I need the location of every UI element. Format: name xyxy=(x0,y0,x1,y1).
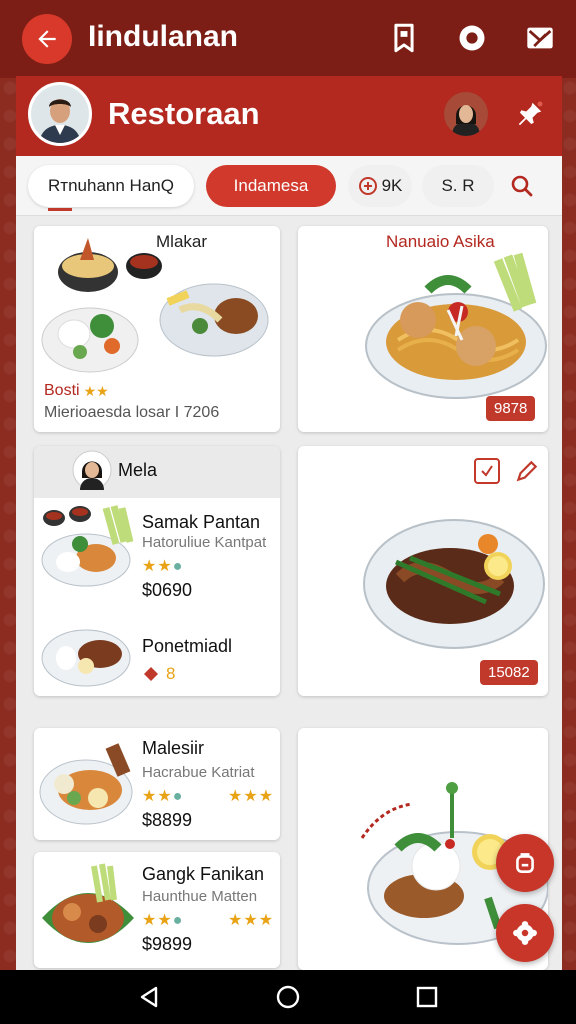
profile-avatar[interactable] xyxy=(28,82,92,146)
tab-indonesian[interactable]: Indamesa xyxy=(206,165,336,207)
triangle-back-icon xyxy=(140,986,158,1008)
menu-item-name: Malesiir xyxy=(142,738,205,758)
star-rating: ★★● xyxy=(142,558,184,575)
pin-icon xyxy=(518,101,543,126)
menu-item-price: $8899 xyxy=(142,810,193,830)
edit-button[interactable] xyxy=(512,456,542,486)
food-image xyxy=(41,238,269,373)
favorite-button[interactable] xyxy=(474,458,500,484)
price-badge: 9878 xyxy=(486,396,536,421)
basket-icon xyxy=(516,853,534,873)
food-image xyxy=(41,629,131,687)
panel-header: Restoraan xyxy=(16,76,562,156)
badge-value: 8 xyxy=(166,664,176,683)
rating-label: Bosti xyxy=(44,382,80,399)
man-avatar-icon xyxy=(31,85,89,143)
card-title: Nanuaio Asika xyxy=(386,232,495,251)
active-tab-indicator xyxy=(48,208,72,211)
restaurant-menu-card[interactable]: Mela Samak Pantan Hatoruliue Kantpat ★★●… xyxy=(34,446,280,696)
record-icon xyxy=(459,25,485,51)
search-button[interactable] xyxy=(500,165,544,207)
food-image xyxy=(365,252,547,399)
back-arrow-icon xyxy=(38,30,56,48)
food-image xyxy=(363,519,545,649)
food-image xyxy=(41,505,134,587)
restaurant-card[interactable]: Nanuaio Asika 9878 xyxy=(298,226,548,432)
restaurant-panel: Restoraan Rтnuhann HanQ Indamesa 9K S. R… xyxy=(16,76,562,970)
basket-button[interactable] xyxy=(496,834,554,892)
menu-item-name: Gangk Fanikan xyxy=(142,864,265,884)
woman-avatar-icon xyxy=(444,92,488,136)
star-rating: ★★● xyxy=(142,912,184,929)
star-rating: ★★● xyxy=(142,788,184,805)
app-title: Iindulanan xyxy=(88,20,238,53)
menu-item-price: $9899 xyxy=(142,934,193,954)
panel-title: Restoraan xyxy=(108,96,260,131)
badge-icon xyxy=(358,177,377,195)
nav-home-button[interactable] xyxy=(273,982,303,1012)
restaurant-card[interactable]: 15082 xyxy=(298,446,548,696)
chef-avatar-icon xyxy=(72,450,112,490)
food-image xyxy=(39,743,133,825)
menu-item-name: Ponetmiadl xyxy=(142,636,233,656)
settings-icon xyxy=(513,921,537,945)
rating-row: Bosti ★★ xyxy=(44,382,109,400)
settings-button[interactable] xyxy=(496,904,554,962)
star-rating-secondary: ★★★ xyxy=(228,788,275,805)
back-button[interactable] xyxy=(22,14,72,64)
star-rating-secondary: ★★★ xyxy=(228,912,275,929)
search-icon xyxy=(511,175,533,197)
check-icon xyxy=(481,465,493,477)
menu-item-subtitle: Hatoruliue Kantpat xyxy=(142,534,267,551)
nav-back-button[interactable] xyxy=(134,982,164,1012)
chili-icon xyxy=(144,667,158,681)
price-badge: 15082 xyxy=(480,660,538,685)
restaurant-card[interactable]: Mlakar Bosti ★★ Mierioaesda losar I 7206 xyxy=(34,226,280,432)
bookmark-icon xyxy=(394,23,414,53)
menu-item-badge: 8 xyxy=(142,664,175,684)
system-navbar xyxy=(0,970,576,1024)
mail-button[interactable] xyxy=(524,22,556,54)
circle-home-icon xyxy=(276,985,300,1009)
menu-item-price: $0690 xyxy=(142,580,193,600)
app-bar: Iindulanan xyxy=(0,0,576,78)
nav-recents-button[interactable] xyxy=(412,982,442,1012)
tab-restaurants[interactable]: Rтnuhann HanQ xyxy=(28,165,194,207)
card-description: Mierioaesda losar I 7206 xyxy=(44,404,220,421)
filter-tabbar: Rтnuhann HanQ Indamesa 9K S. R xyxy=(16,156,562,216)
menu-item-name: Samak Pantan xyxy=(142,512,261,532)
menu-item-subtitle: Hacrabue Katriat xyxy=(142,764,255,781)
restaurant-item-card[interactable]: Gangk Fanikan Haunthue Matten ★★● ★★★ $9… xyxy=(34,852,280,968)
section-title: Mela xyxy=(118,460,158,480)
record-button[interactable] xyxy=(456,22,488,54)
tab-filter-9k[interactable]: 9K xyxy=(348,165,412,207)
restaurant-item-card[interactable]: Malesiir Hacrabue Katriat ★★● ★★★ $8899 xyxy=(34,728,280,840)
food-image xyxy=(42,863,134,943)
pin-button[interactable] xyxy=(512,96,548,132)
edit-icon xyxy=(516,460,538,482)
menu-item-subtitle: Haunthue Matten xyxy=(142,888,258,905)
star-icon: ★★ xyxy=(83,382,109,399)
header-avatar[interactable] xyxy=(444,92,488,136)
tab-filter-label: 9K xyxy=(381,176,403,195)
square-recents-icon xyxy=(416,986,438,1008)
mail-icon xyxy=(527,27,553,49)
tab-sort[interactable]: S. R xyxy=(422,165,494,207)
bookmark-button[interactable] xyxy=(388,22,420,54)
